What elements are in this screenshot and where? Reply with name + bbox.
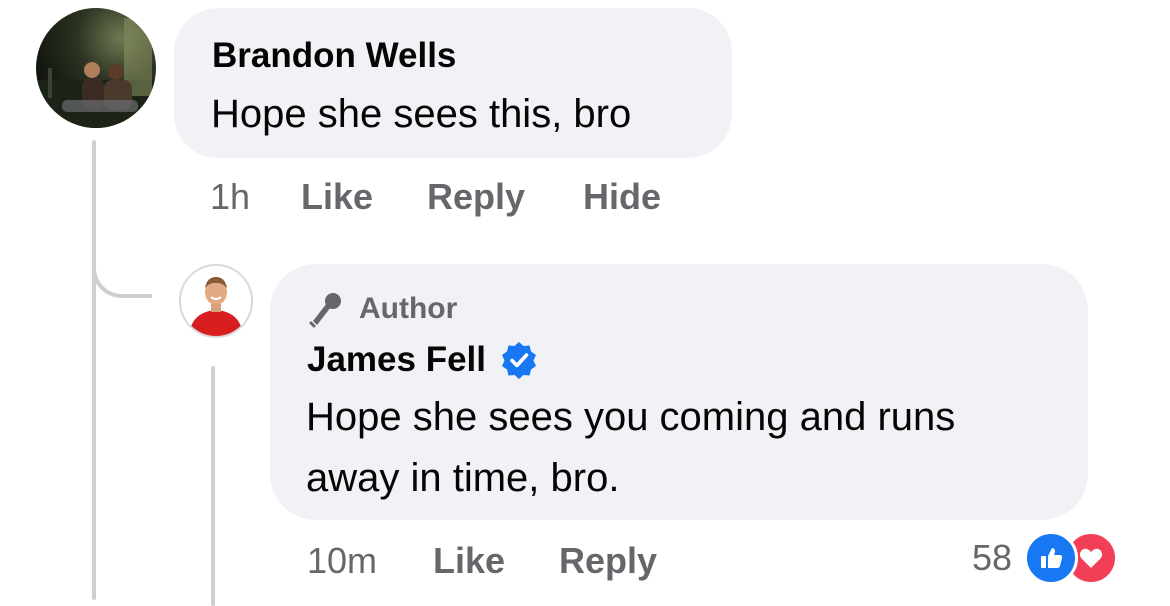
microphone-icon [305, 289, 345, 329]
like-reaction-icon [1024, 531, 1079, 585]
avatar-photo [181, 266, 251, 336]
author-badge-label: Author [359, 292, 458, 325]
reply-text-line-1: Hope she sees you coming and runs [306, 395, 956, 439]
verified-badge-icon [500, 341, 538, 379]
comment-like-button[interactable]: Like [301, 176, 373, 218]
reply-like-button[interactable]: Like [433, 540, 505, 582]
avatar-brandon-wells[interactable] [36, 8, 156, 128]
comment-text: Hope she sees this, bro [211, 92, 632, 136]
comment-timestamp[interactable]: 1h [210, 176, 250, 218]
reply-author: James Fell [307, 340, 538, 380]
avatar-photo [36, 18, 156, 128]
reply-reply-button[interactable]: Reply [559, 540, 657, 582]
reply-text-line-2: away in time, bro. [306, 456, 620, 500]
reply-author-name[interactable]: James Fell [307, 340, 486, 380]
author-badge: Author [305, 287, 457, 331]
thread-line [92, 140, 96, 600]
reply-timestamp[interactable]: 10m [307, 540, 377, 582]
thread-branch-line [92, 240, 152, 298]
reply-thread-line [211, 366, 215, 606]
reaction-summary[interactable]: 58 [972, 531, 1119, 585]
comment-reply-button[interactable]: Reply [427, 176, 525, 218]
comment-author-name[interactable]: Brandon Wells [212, 36, 456, 76]
reaction-count[interactable]: 58 [972, 537, 1012, 579]
comment-hide-button[interactable]: Hide [583, 176, 661, 218]
avatar-james-fell[interactable] [179, 264, 253, 338]
